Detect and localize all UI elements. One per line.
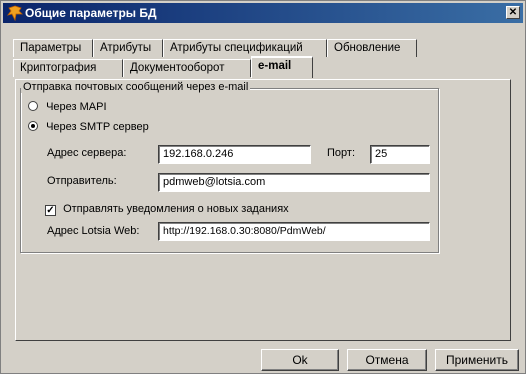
port-label: Порт: <box>327 147 355 159</box>
web-input[interactable]: http://192.168.0.30:8080/PdmWeb/ <box>158 222 430 241</box>
title-bar[interactable]: Общие параметры БД ✕ <box>3 3 523 23</box>
tab-cryptography[interactable]: Криптография <box>13 59 123 77</box>
notify-label: Отправлять уведомления о новых заданиях <box>63 203 289 215</box>
notify-checkbox[interactable]: ✓ Отправлять уведомления о новых задания… <box>45 203 289 216</box>
ok-button[interactable]: Ok <box>261 349 339 371</box>
close-icon[interactable]: ✕ <box>506 6 520 19</box>
sender-label: Отправитель: <box>47 175 117 187</box>
app-icon <box>7 5 23 22</box>
radio-smtp-indicator[interactable] <box>28 121 38 131</box>
radio-smtp-label: Через SMTP сервер <box>46 121 149 133</box>
group-label: Отправка почтовых сообщений через e-mail <box>21 81 251 93</box>
radio-mapi-label: Через MAPI <box>46 101 107 113</box>
port-input[interactable]: 25 <box>370 145 430 164</box>
apply-button[interactable]: Применить <box>435 349 519 371</box>
window-title: Общие параметры БД <box>25 6 157 20</box>
tab-spec-attributes[interactable]: Атрибуты спецификаций <box>163 39 327 57</box>
sender-input[interactable]: pdmweb@lotsia.com <box>158 173 430 192</box>
dialog-window: Общие параметры БД ✕ Параметры Атрибуты … <box>0 0 526 374</box>
tab-update[interactable]: Обновление <box>327 39 417 57</box>
radio-smtp[interactable]: Через SMTP сервер <box>28 121 149 133</box>
tab-parameters[interactable]: Параметры <box>13 39 93 57</box>
radio-mapi[interactable]: Через MAPI <box>28 101 107 113</box>
cancel-button[interactable]: Отмена <box>347 349 427 371</box>
server-label: Адрес сервера: <box>47 147 127 159</box>
tab-workflow[interactable]: Документооборот <box>123 59 251 77</box>
notify-check-icon[interactable]: ✓ <box>45 205 56 216</box>
radio-mapi-indicator[interactable] <box>28 101 38 111</box>
web-label: Адрес Lotsia Web: <box>47 225 140 237</box>
tab-attributes[interactable]: Атрибуты <box>93 39 163 57</box>
tab-email[interactable]: e-mail <box>251 56 313 78</box>
server-input[interactable]: 192.168.0.246 <box>158 145 311 164</box>
